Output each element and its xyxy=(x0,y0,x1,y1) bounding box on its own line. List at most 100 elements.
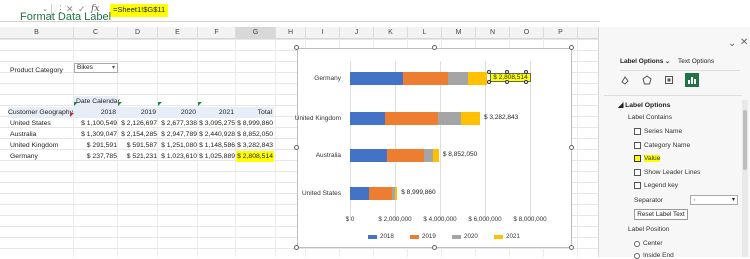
reset-label-text-button[interactable]: Reset Label Text xyxy=(634,209,688,220)
label-options-chart-icon[interactable] xyxy=(685,73,699,87)
chart-resize-handle[interactable] xyxy=(294,145,299,150)
column-header-h[interactable]: H xyxy=(276,27,306,39)
column-header-b[interactable]: B xyxy=(0,27,74,39)
table-cell[interactable]: $ 2,154,285 xyxy=(118,129,158,140)
formula-input[interactable]: =Sheet1!$G$11 xyxy=(110,4,169,17)
data-label[interactable]: $ 8,999,860 xyxy=(401,189,435,196)
product-category-filter[interactable]: Bikes ▾ xyxy=(74,63,118,73)
column-header-c[interactable]: C xyxy=(74,27,118,39)
checkbox-show-leader-lines[interactable]: Show Leader Lines xyxy=(634,169,700,176)
radio-inside-end[interactable]: Inside End xyxy=(634,252,674,259)
pane-scrollbar-thumb[interactable] xyxy=(743,110,747,170)
bar-2018[interactable] xyxy=(350,112,386,125)
table-cell[interactable]: $ 3,282,843 xyxy=(236,140,274,151)
stacked-bar-chart[interactable]: $ 0 $ 2,000,000 $ 4,000,000 $ 6,000,000 $ 8,… xyxy=(295,48,572,248)
bar-2018[interactable] xyxy=(350,149,388,162)
table-cell[interactable]: $ 1,025,889 xyxy=(198,151,236,162)
checkbox-box[interactable] xyxy=(634,169,641,176)
table-cell[interactable]: $ 1,100,549 xyxy=(74,118,118,129)
checkbox-box[interactable] xyxy=(634,128,641,135)
chart-resize-handle[interactable] xyxy=(569,45,574,50)
bar-2021[interactable] xyxy=(460,112,480,125)
column-header-o[interactable]: O xyxy=(510,27,544,39)
label-options-section[interactable]: ◢ Label Options xyxy=(618,101,670,109)
bar-2018[interactable] xyxy=(350,72,404,85)
column-header-f[interactable]: F xyxy=(198,27,236,39)
checkbox-box[interactable] xyxy=(634,142,641,149)
chart-resize-handle[interactable] xyxy=(294,45,299,50)
column-header-d[interactable]: D xyxy=(118,27,158,39)
bar-2021[interactable] xyxy=(467,72,488,85)
fill-line-icon[interactable] xyxy=(618,73,632,87)
separator-value: , xyxy=(694,196,696,202)
column-header-k[interactable]: K xyxy=(374,27,408,39)
table-cell[interactable]: $ 1,251,080 xyxy=(158,140,198,151)
table-cell[interactable]: $ 1,309,047 xyxy=(74,129,118,140)
table-cell[interactable]: $ 3,095,275 xyxy=(198,118,236,129)
bar-2020[interactable] xyxy=(424,149,434,162)
legend-item[interactable]: 2020 xyxy=(452,233,478,240)
checkbox-box[interactable] xyxy=(634,182,641,189)
table-cell[interactable]: $ 237,785 xyxy=(74,151,118,162)
chart-resize-handle[interactable] xyxy=(569,245,574,250)
radio-center[interactable]: Center xyxy=(634,240,663,247)
table-cell[interactable]: $ 1,023,610 xyxy=(158,151,198,162)
tab-text-options[interactable]: Text Options xyxy=(678,58,714,65)
radio-circle[interactable] xyxy=(634,252,640,259)
table-cell[interactable]: $ 2,808,514 xyxy=(236,151,274,162)
legend-item[interactable]: 2018 xyxy=(368,233,394,240)
column-header-g[interactable]: G xyxy=(236,27,276,39)
checkbox-box[interactable] xyxy=(634,155,641,162)
bar-2018[interactable] xyxy=(350,187,370,200)
chart-resize-handle[interactable] xyxy=(294,245,299,250)
effects-icon[interactable] xyxy=(640,73,654,87)
chart-resize-handle[interactable] xyxy=(569,145,574,150)
table-cell[interactable]: $ 8,852,050 xyxy=(236,129,274,140)
tab-label-options[interactable]: Label Options ⌄ xyxy=(620,58,670,65)
table-cell[interactable]: $ 2,440,928 xyxy=(198,129,236,140)
pane-dropdown-icon[interactable]: ⌄ xyxy=(728,38,736,49)
bar-2020[interactable] xyxy=(438,112,461,125)
legend-label: 2019 xyxy=(422,233,436,240)
chart-resize-handle[interactable] xyxy=(431,245,437,250)
section-divider xyxy=(604,95,742,96)
bar-2019[interactable] xyxy=(387,149,425,162)
table-cell[interactable]: $ 591,587 xyxy=(118,140,158,151)
table-cell[interactable]: $ 8,999,860 xyxy=(236,118,274,129)
checkbox-legend-key[interactable]: Legend key xyxy=(634,182,678,189)
table-cell[interactable]: $ 521,231 xyxy=(118,151,158,162)
bar-2019[interactable] xyxy=(369,187,392,200)
separator-label: Separator xyxy=(634,197,663,204)
bar-2020[interactable] xyxy=(448,72,468,85)
column-header-cell: 2019 xyxy=(118,107,158,118)
close-icon[interactable]: ✕ xyxy=(740,37,748,48)
table-cell[interactable]: $ 2,126,697 xyxy=(118,118,158,129)
column-header-n[interactable]: N xyxy=(476,27,510,39)
table-cell[interactable]: $ 2,947,789 xyxy=(158,129,198,140)
size-properties-icon[interactable] xyxy=(662,73,676,87)
bar-2021[interactable] xyxy=(433,149,439,162)
column-header-m[interactable]: M xyxy=(442,27,476,39)
table-cell[interactable]: $ 291,591 xyxy=(74,140,118,151)
column-header-j[interactable]: J xyxy=(340,27,374,39)
column-header-i[interactable]: I xyxy=(306,27,340,39)
chart-resize-handle[interactable] xyxy=(431,45,437,50)
legend-item[interactable]: 2021 xyxy=(494,233,520,240)
bar-2021[interactable] xyxy=(395,187,398,200)
separator-select[interactable]: , ▾ xyxy=(690,195,738,205)
bar-2019[interactable] xyxy=(385,112,439,125)
legend-swatch xyxy=(452,234,461,239)
data-label[interactable]: $ 8,852,050 xyxy=(443,151,477,158)
column-header-p[interactable]: P xyxy=(544,27,578,39)
column-header-e[interactable]: E xyxy=(158,27,198,39)
checkbox-category-name[interactable]: Category Name xyxy=(634,142,690,149)
data-label[interactable]: $ 3,282,843 xyxy=(484,114,518,121)
radio-circle[interactable] xyxy=(634,240,640,247)
checkbox-value[interactable]: Value xyxy=(634,155,661,162)
bar-2019[interactable] xyxy=(403,72,449,85)
legend-item[interactable]: 2019 xyxy=(410,233,436,240)
column-header-l[interactable]: L xyxy=(408,27,442,39)
table-cell[interactable]: $ 1,148,586 xyxy=(198,140,236,151)
table-cell[interactable]: $ 2,677,338 xyxy=(158,118,198,129)
checkbox-series-name[interactable]: Series Name xyxy=(634,128,682,135)
